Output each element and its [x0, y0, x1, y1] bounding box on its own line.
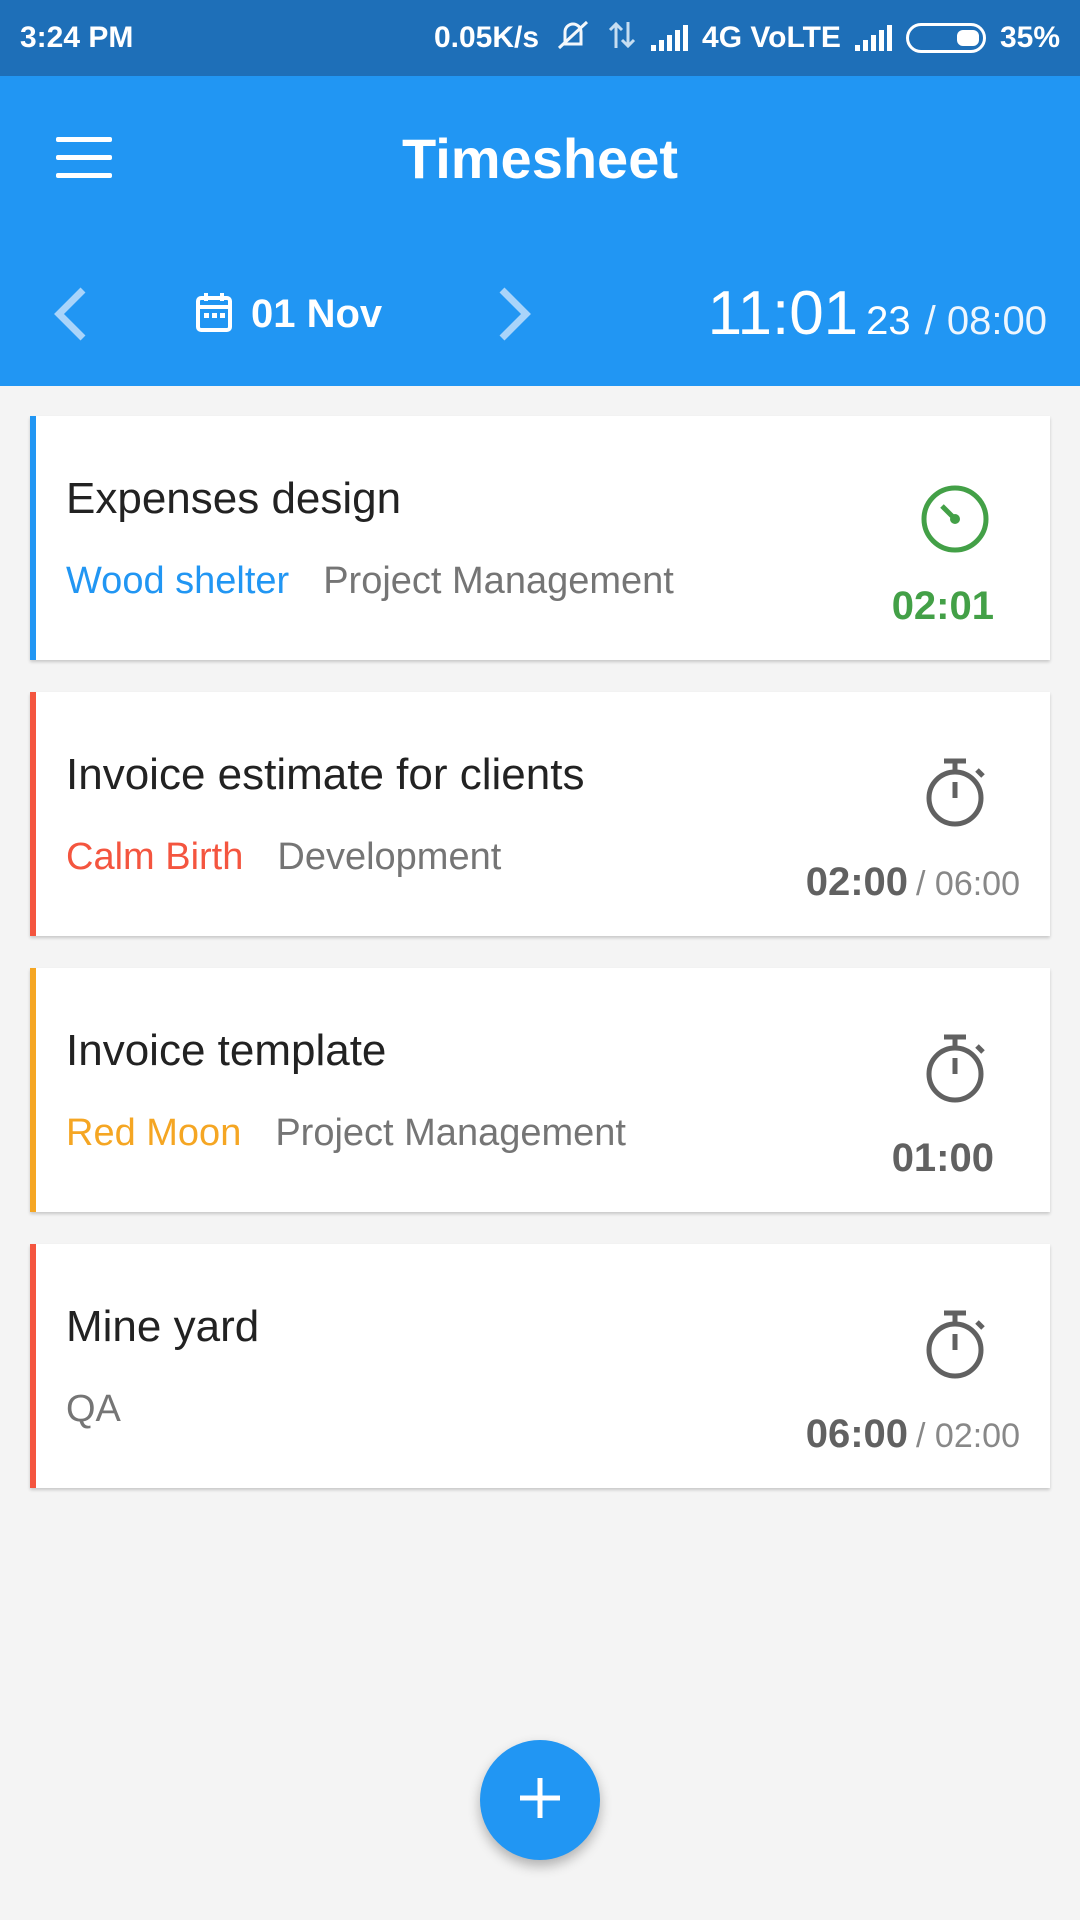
current-date: 01 Nov	[251, 291, 383, 336]
page-title: Timesheet	[402, 127, 678, 190]
battery-icon	[905, 23, 986, 53]
task-project: Development	[277, 836, 502, 878]
total-time-target: / 08:00	[924, 299, 1047, 343]
status-bar: 3:24 PM 0.05K/s 4G VoLTE 35%	[0, 0, 1080, 76]
task-project: Project Management	[275, 1112, 626, 1154]
task-title: Mine yard	[66, 1302, 260, 1351]
status-indicators: 0.05K/s 4G VoLTE 35%	[434, 18, 1060, 59]
battery-level: 35%	[999, 21, 1060, 54]
task-card[interactable]: Expenses design Wood shelter Project Man…	[30, 416, 1050, 660]
status-time: 3:24 PM	[20, 21, 134, 54]
task-duration: 02:00 / 06:00	[806, 860, 1020, 905]
task-project: QA	[66, 1388, 121, 1430]
chevron-right-icon[interactable]	[480, 284, 540, 344]
stopwatch-icon[interactable]	[920, 1032, 990, 1106]
task-card[interactable]: Invoice estimate for clients Calm Birth …	[30, 692, 1050, 936]
date-picker[interactable]: 01 Nov	[195, 284, 382, 344]
task-client: Calm Birth	[66, 836, 244, 878]
task-card[interactable]: Mine yard QA 06:00 / 02:00	[30, 1244, 1050, 1488]
net-speed: 0.05K/s	[433, 21, 540, 54]
task-duration-main: 02:00	[805, 860, 909, 904]
task-duration-main: 02:01	[891, 584, 994, 628]
data-arrows-icon	[607, 18, 637, 59]
task-duration: 06:00 / 02:00	[806, 1412, 1020, 1457]
task-tags: Calm Birth Development	[66, 836, 501, 879]
running-timer-icon[interactable]	[920, 480, 990, 554]
task-duration-main: 01:00	[891, 1136, 994, 1180]
stopwatch-icon[interactable]	[920, 1308, 990, 1382]
total-time-main: 11:01	[707, 279, 859, 348]
signal-icon	[651, 25, 689, 51]
stopwatch-icon[interactable]	[920, 756, 990, 830]
task-tags: Wood shelter Project Management	[66, 560, 674, 603]
task-title: Invoice estimate for clients	[66, 750, 585, 799]
task-duration: 01:00	[892, 1136, 1002, 1181]
task-duration-target: / 06:00	[916, 865, 1020, 903]
task-duration: 02:01	[892, 584, 1002, 629]
task-title: Invoice template	[66, 1026, 387, 1075]
total-time: 11:01 23 / 08:00	[708, 278, 1047, 349]
add-entry-button[interactable]	[480, 1740, 600, 1860]
task-title: Expenses design	[66, 474, 402, 523]
task-client: Wood shelter	[66, 560, 290, 602]
task-tags: QA	[66, 1388, 121, 1431]
task-project: Project Management	[323, 560, 674, 602]
task-tags: Red Moon Project Management	[66, 1112, 626, 1155]
signal-icon-2	[854, 25, 892, 51]
date-navigation: 01 Nov 11:01 23 / 08:00	[0, 266, 1080, 366]
total-time-seconds: 23	[866, 299, 911, 343]
mute-icon	[553, 18, 593, 59]
task-duration-main: 06:00	[805, 1412, 909, 1456]
task-duration-target: / 02:00	[916, 1417, 1020, 1455]
task-client: Red Moon	[66, 1112, 242, 1154]
app-bar: Timesheet 01 Nov 11:01 23 / 08:00	[0, 76, 1080, 386]
plus-icon	[516, 1774, 564, 1827]
task-card[interactable]: Invoice template Red Moon Project Manage…	[30, 968, 1050, 1212]
network-type: 4G VoLTE	[702, 21, 841, 54]
calendar-icon	[195, 291, 233, 338]
chevron-left-icon[interactable]	[45, 284, 105, 344]
